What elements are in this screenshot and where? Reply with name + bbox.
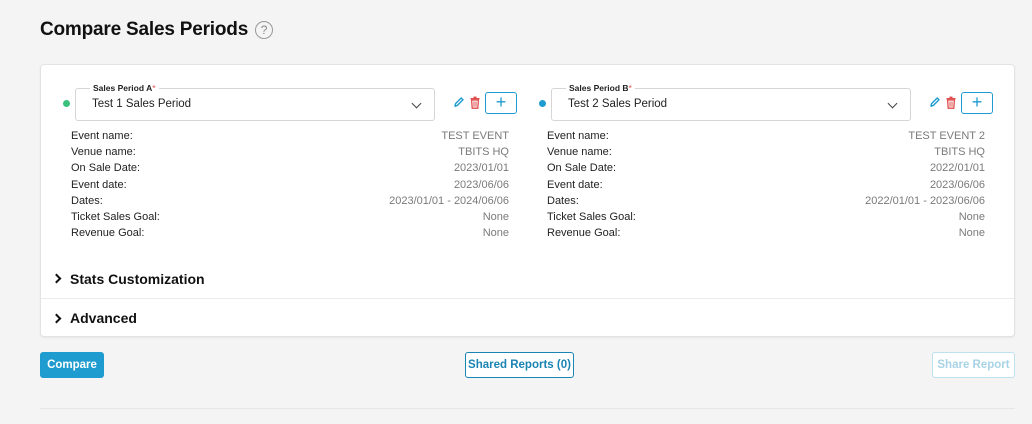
detail-value: None — [482, 210, 509, 223]
detail-label: Event date: — [547, 178, 603, 191]
detail-row: Dates: 2022/01/01 - 2023/06/06 — [547, 193, 985, 209]
chevron-right-icon — [51, 273, 62, 284]
detail-value: 2023/06/06 — [929, 178, 985, 191]
detail-value: 2023/01/01 - 2024/06/06 — [389, 194, 509, 207]
period-a-status-dot — [63, 100, 70, 107]
period-b-details: Event name: TEST EVENT 2 Venue name: TBITS … — [547, 128, 985, 241]
detail-label: Dates: — [71, 194, 103, 207]
detail-value: None — [958, 227, 985, 240]
period-b-status-dot — [539, 100, 546, 107]
sales-period-a-label: Sales Period A* — [90, 83, 159, 93]
detail-label: On Sale Date: — [547, 162, 617, 175]
detail-row: Venue name: TBITS HQ — [547, 144, 985, 160]
page-header: Compare Sales Periods ? — [40, 19, 274, 41]
detail-value: 2022/01/01 — [929, 162, 985, 175]
detail-value: 2022/01/01 - 2023/06/06 — [865, 194, 985, 207]
detail-row: Revenue Goal: None — [547, 225, 985, 241]
advanced-title: Advanced — [70, 310, 137, 326]
detail-value: None — [482, 227, 509, 240]
detail-label: Revenue Goal: — [547, 227, 621, 240]
detail-label: Event name: — [71, 130, 133, 142]
detail-row: On Sale Date: 2023/01/01 — [71, 160, 509, 176]
sales-period-a-value: Test 1 Sales Period — [92, 98, 192, 110]
compare-card: Sales Period A* Test 1 Sales Period + Ev… — [40, 64, 1015, 337]
detail-value: TBITS HQ — [458, 146, 509, 159]
chevron-down-icon — [887, 98, 898, 109]
detail-row: Venue name: TBITS HQ — [71, 144, 509, 160]
stats-customization-section[interactable]: Stats Customization — [41, 259, 1014, 298]
period-a-details: Event name: TEST EVENT Venue name: TBITS HQ… — [71, 128, 509, 241]
pencil-icon[interactable] — [453, 96, 465, 108]
detail-value: None — [958, 210, 985, 223]
detail-row: Event date: 2023/06/06 — [547, 177, 985, 193]
sales-period-b-select[interactable]: Sales Period B* Test 2 Sales Period — [551, 83, 911, 121]
detail-row: Revenue Goal: None — [71, 225, 509, 241]
detail-label: Ticket Sales Goal: — [547, 210, 636, 223]
detail-row: Ticket Sales Goal: None — [547, 209, 985, 225]
stats-customization-title: Stats Customization — [70, 270, 205, 287]
detail-row: Event name: TEST EVENT — [71, 128, 509, 144]
sales-period-b-label: Sales Period B* — [566, 83, 635, 93]
detail-label: Event date: — [71, 178, 127, 191]
detail-label: Revenue Goal: — [71, 227, 145, 240]
trash-icon[interactable] — [945, 96, 957, 109]
detail-label: Venue name: — [71, 146, 136, 159]
page-title: Compare Sales Periods — [40, 19, 249, 40]
detail-label: Event name: — [547, 130, 609, 142]
add-sales-period-a-button[interactable]: + — [485, 92, 517, 114]
detail-label: Ticket Sales Goal: — [71, 210, 160, 223]
trash-icon[interactable] — [469, 96, 481, 109]
add-sales-period-b-button[interactable]: + — [961, 92, 993, 114]
chevron-right-icon — [51, 313, 62, 323]
detail-value: 2023/01/01 — [453, 162, 509, 175]
detail-value: TEST EVENT 2 — [908, 130, 985, 142]
detail-row: On Sale Date: 2022/01/01 — [547, 160, 985, 176]
chevron-down-icon — [411, 98, 422, 109]
detail-label: On Sale Date: — [71, 162, 141, 175]
detail-value: TBITS HQ — [934, 146, 985, 159]
detail-label: Venue name: — [547, 146, 612, 159]
detail-row: Dates: 2023/01/01 - 2024/06/06 — [71, 193, 509, 209]
detail-row: Event name: TEST EVENT 2 — [547, 128, 985, 144]
share-report-button[interactable]: Share Report — [932, 352, 1015, 378]
divider — [40, 408, 1015, 409]
detail-value: TEST EVENT — [441, 130, 509, 142]
detail-label: Dates: — [547, 194, 579, 207]
advanced-section[interactable]: Advanced — [41, 298, 1014, 337]
detail-value: 2023/06/06 — [453, 178, 509, 191]
compare-button[interactable]: Compare — [40, 352, 104, 378]
help-icon[interactable]: ? — [255, 21, 274, 39]
shared-reports-button[interactable]: Shared Reports (0) — [465, 352, 574, 378]
pencil-icon[interactable] — [929, 96, 941, 108]
detail-row: Ticket Sales Goal: None — [71, 209, 509, 225]
sales-period-b-value: Test 2 Sales Period — [568, 98, 668, 110]
detail-row: Event date: 2023/06/06 — [71, 177, 509, 193]
sales-period-a-select[interactable]: Sales Period A* Test 1 Sales Period — [75, 83, 435, 121]
